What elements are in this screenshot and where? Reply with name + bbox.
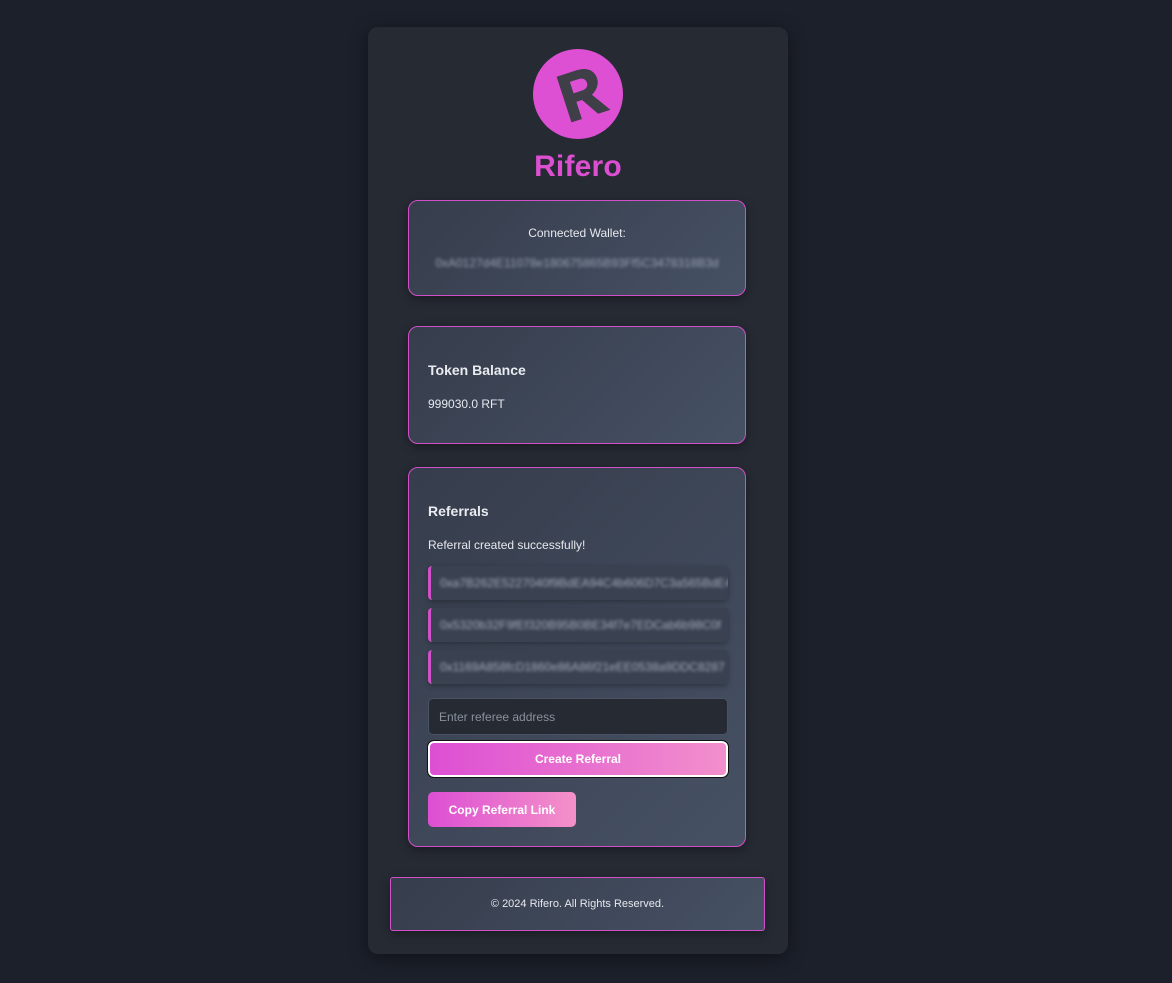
referral-status-message: Referral created successfully! [428, 538, 586, 552]
footer-copyright: © 2024 Rifero. All Rights Reserved. [490, 898, 665, 910]
app-container: Rifero Connected Wallet: 0xA0127d4E11078… [368, 27, 788, 954]
balance-value: 999030.0 RFT [428, 397, 505, 411]
wallet-address: 0xA0127d4E11078e180675865B93Ff5C3478318B… [435, 256, 719, 270]
referral-address: 0x1169A858fcD1860e86A86f21eEE0538a9DDC82… [440, 660, 725, 674]
copy-referral-link-button[interactable]: Copy Referral Link [428, 792, 576, 827]
referrals-title: Referrals [428, 503, 489, 519]
footer: © 2024 Rifero. All Rights Reserved. [390, 877, 765, 931]
referral-address: 0xa7B262E5227040f9BdEA94C4b606D7C3a565Bd… [440, 576, 728, 590]
balance-title: Token Balance [428, 362, 526, 378]
referral-list-item: 0x1169A858fcD1860e86A86f21eEE0538a9DDC82… [428, 650, 728, 684]
referral-list-item: 0x5320b32F9fEf320B95B0BE34f7e7EDCab6b98C… [428, 608, 728, 642]
balance-card: Token Balance 999030.0 RFT [408, 326, 746, 444]
create-referral-button[interactable]: Create Referral [427, 740, 729, 778]
rifero-logo-icon [533, 49, 623, 139]
referrals-card: Referrals Referral created successfully!… [408, 467, 746, 847]
wallet-card: Connected Wallet: 0xA0127d4E11078e180675… [408, 200, 746, 296]
wallet-label: Connected Wallet: [528, 226, 626, 240]
app-title: Rifero [534, 150, 622, 183]
referral-list-item: 0xa7B262E5227040f9BdEA94C4b606D7C3a565Bd… [428, 566, 728, 600]
referee-address-input[interactable] [428, 698, 728, 735]
referral-address: 0x5320b32F9fEf320B95B0BE34f7e7EDCab6b98C… [440, 618, 721, 632]
